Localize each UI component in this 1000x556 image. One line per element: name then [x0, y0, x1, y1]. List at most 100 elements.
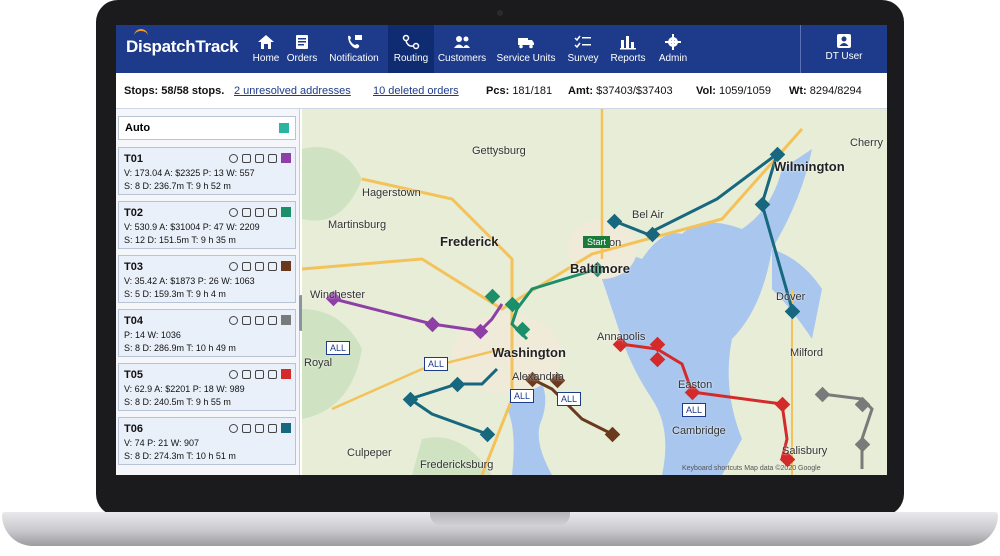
map-label: Annapolis — [597, 331, 646, 343]
notification-icon — [348, 35, 362, 49]
unresolved-addresses-link[interactable]: 2 unresolved addresses — [234, 85, 351, 97]
truck-name: T02 — [124, 207, 143, 219]
auto-route-row[interactable]: Auto — [118, 116, 296, 140]
route-color-swatch[interactable] — [281, 423, 291, 433]
eye-icon[interactable] — [229, 153, 238, 163]
pieces-stat: Pcs: 181/181 — [486, 85, 553, 97]
truck-card-t06[interactable]: T06 V: 74 P: 21 W: 907 S: 8 D: 274.3m T:… — [118, 417, 296, 465]
truck-metrics-line1: P: 14 W: 1036 — [124, 330, 181, 340]
route-map[interactable]: Gettysburg Hagerstown Frederick Martinsb… — [302, 109, 887, 475]
map-label: Salisbury — [782, 445, 828, 457]
nav-routing-label: Routing — [393, 53, 429, 64]
nav-notification[interactable]: Notification — [324, 25, 384, 73]
amount-stat: Amt: $37403/$37403 — [568, 85, 673, 97]
top-navigation: DispatchTrack Home Orders Notification R… — [116, 25, 887, 73]
truck-card-t02[interactable]: T02 V: 530.9 A: $31004 P: 47 W: 2209 S: … — [118, 201, 296, 249]
volume-stat: Vol: 1059/1059 — [696, 85, 772, 97]
map-label: Baltimore — [570, 261, 630, 276]
lock-icon[interactable] — [242, 423, 251, 433]
lock-icon[interactable] — [242, 315, 251, 325]
route-color-swatch[interactable] — [281, 369, 291, 379]
route-color-swatch[interactable] — [281, 153, 291, 163]
truck-name: T04 — [124, 315, 143, 327]
all-route-button[interactable]: ALL — [424, 357, 449, 371]
truck-card-t03[interactable]: T03 V: 35.42 A: $1873 P: 26 W: 1063 S: 5… — [118, 255, 296, 303]
truck-metrics-line1: V: 173.04 A: $2325 P: 13 W: 557 — [124, 168, 255, 178]
truck-card-t04[interactable]: T04 P: 14 W: 1036 S: 8 D: 286.9m T: 10 h… — [118, 309, 296, 357]
nav-notification-label: Notification — [329, 53, 379, 64]
map-label: Gettysburg — [472, 145, 526, 157]
nav-home[interactable]: Home — [246, 25, 286, 73]
all-route-button[interactable]: ALL — [510, 389, 535, 403]
weight-value: 8294/8294 — [809, 85, 862, 97]
route-color-swatch[interactable] — [281, 207, 291, 217]
filter-icon[interactable] — [255, 207, 264, 217]
all-route-button[interactable]: ALL — [557, 392, 582, 406]
nav-reports-label: Reports — [610, 53, 646, 64]
map-attribution: Keyboard shortcuts Map data ©2020 Google — [682, 465, 821, 472]
nav-admin[interactable]: Admin — [654, 25, 692, 73]
map-label: Winchester — [310, 289, 366, 301]
app-logo[interactable]: DispatchTrack — [126, 37, 239, 57]
filter-icon[interactable] — [255, 315, 264, 325]
auto-color-swatch[interactable] — [279, 123, 289, 133]
truck-metrics-line2: S: 8 D: 274.3m T: 10 h 51 m — [124, 451, 236, 461]
routing-icon — [402, 34, 420, 50]
map-label: Hagerstown — [362, 187, 421, 199]
truck-metrics-line2: S: 12 D: 151.5m T: 9 h 35 m — [124, 235, 236, 245]
truck-tools — [229, 422, 291, 434]
eye-icon[interactable] — [229, 315, 238, 325]
nav-reports[interactable]: Reports — [608, 25, 648, 73]
map-label: Fredericksburg — [420, 459, 494, 471]
map-label: Cherry — [850, 137, 884, 149]
truck-card-t01[interactable]: T01 V: 173.04 A: $2325 P: 13 W: 557 S: 8… — [118, 147, 296, 195]
deleted-orders-link[interactable]: 10 deleted orders — [373, 85, 459, 97]
auto-label: Auto — [125, 122, 151, 134]
filter-icon[interactable] — [255, 261, 264, 271]
copy-icon[interactable] — [268, 153, 277, 163]
route-summary-bar: Stops: 58/58 stops. 2 unresolved address… — [116, 73, 887, 109]
route-color-swatch[interactable] — [281, 315, 291, 325]
truck-tools — [229, 206, 291, 218]
reports-icon — [620, 36, 636, 50]
nav-survey[interactable]: Survey — [564, 25, 602, 73]
copy-icon[interactable] — [268, 423, 277, 433]
orders-icon — [296, 35, 308, 49]
map-label: Cambridge — [672, 425, 726, 437]
truck-tools — [229, 314, 291, 326]
filter-icon[interactable] — [255, 423, 264, 433]
truck-metrics-line1: V: 530.9 A: $31004 P: 47 W: 2209 — [124, 222, 260, 232]
lock-icon[interactable] — [242, 207, 251, 217]
nav-orders[interactable]: Orders — [282, 25, 322, 73]
map-label: Frederick — [440, 234, 499, 249]
all-route-button[interactable]: ALL — [326, 341, 351, 355]
user-menu[interactable]: DT User — [800, 25, 887, 73]
truck-name: T03 — [124, 261, 143, 273]
eye-icon[interactable] — [229, 261, 238, 271]
nav-customers[interactable]: Customers — [436, 25, 488, 73]
truck-tools — [229, 368, 291, 380]
nav-service-units[interactable]: Service Units — [494, 25, 558, 73]
truck-card-t05[interactable]: T05 V: 62.9 A: $2201 P: 18 W: 989 S: 8 D… — [118, 363, 296, 411]
lock-icon[interactable] — [242, 261, 251, 271]
map-label: Wilmington — [774, 159, 845, 174]
route-color-swatch[interactable] — [281, 261, 291, 271]
copy-icon[interactable] — [268, 261, 277, 271]
lock-icon[interactable] — [242, 153, 251, 163]
app-screen: DispatchTrack Home Orders Notification R… — [116, 25, 887, 475]
lock-icon[interactable] — [242, 369, 251, 379]
eye-icon[interactable] — [229, 369, 238, 379]
route-start-flag[interactable]: Start — [583, 236, 611, 248]
eye-icon[interactable] — [229, 207, 238, 217]
filter-icon[interactable] — [255, 369, 264, 379]
truck-tools — [229, 260, 291, 272]
copy-icon[interactable] — [268, 315, 277, 325]
map-label: Bel Air — [632, 209, 664, 221]
copy-icon[interactable] — [268, 369, 277, 379]
nav-routing[interactable]: Routing — [388, 25, 434, 73]
copy-icon[interactable] — [268, 207, 277, 217]
eye-icon[interactable] — [229, 423, 238, 433]
all-route-button[interactable]: ALL — [682, 403, 707, 417]
user-icon — [837, 34, 851, 48]
filter-icon[interactable] — [255, 153, 264, 163]
